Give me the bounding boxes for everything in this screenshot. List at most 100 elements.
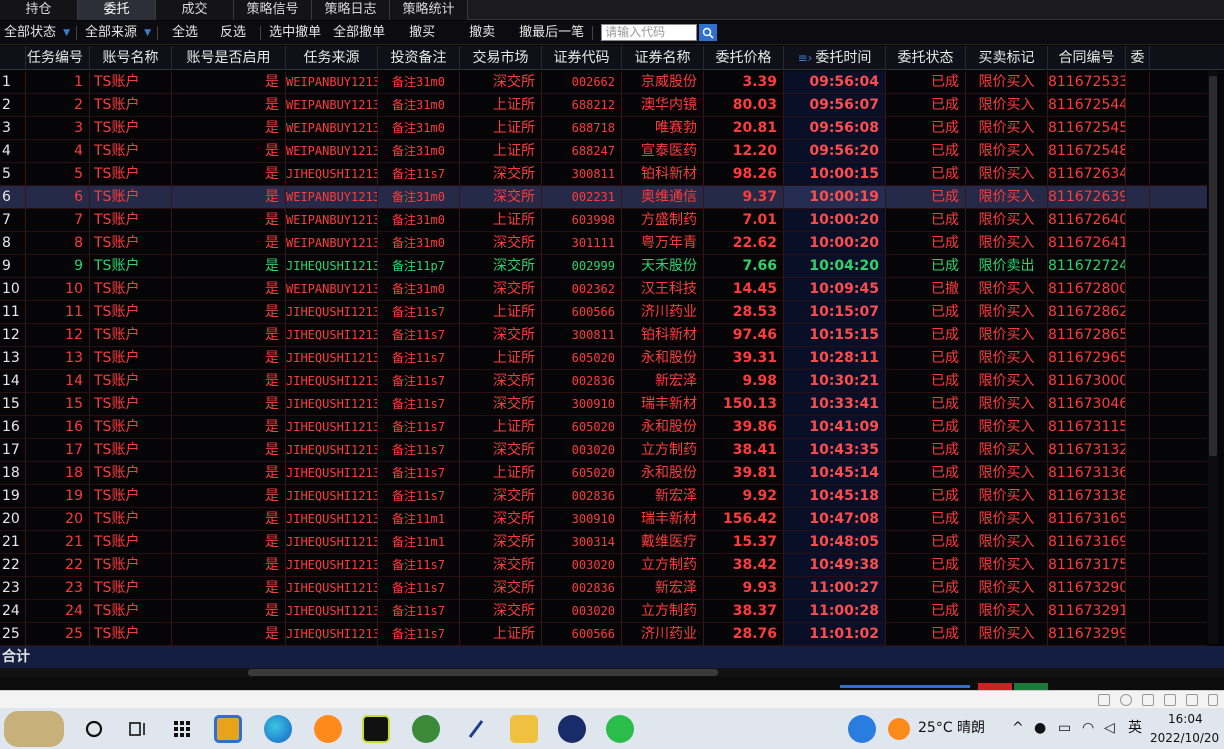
column-header-11[interactable]: 买卖标记 bbox=[966, 46, 1048, 70]
table-row[interactable]: 11TS账户是WEIPANBUY1213X3备注31m0深交所002662京威股… bbox=[0, 71, 1207, 94]
print-icon[interactable] bbox=[1186, 694, 1198, 706]
edge-icon[interactable] bbox=[264, 715, 292, 743]
tab-2[interactable]: 成交 bbox=[156, 0, 234, 20]
window-icon[interactable] bbox=[1098, 694, 1110, 706]
tab-1[interactable]: 委托 bbox=[78, 0, 156, 20]
avatar[interactable] bbox=[4, 711, 64, 747]
window-icon[interactable] bbox=[1164, 694, 1176, 706]
scrollbar-thumb[interactable] bbox=[248, 669, 718, 676]
task-id: 14 bbox=[26, 370, 90, 392]
volume-icon[interactable]: ◁ bbox=[1104, 708, 1115, 749]
search-circle-icon[interactable] bbox=[80, 715, 108, 743]
status-filter-dropdown[interactable]: 全部状态 ▼ bbox=[0, 21, 72, 45]
table-row[interactable]: 2323TS账户是JIHEQUSHI1213X3备注11s7深交所002836新… bbox=[0, 577, 1207, 600]
select-all-button[interactable]: 全选 bbox=[168, 21, 202, 45]
column-header-12[interactable]: 合同编号 bbox=[1048, 46, 1126, 70]
horizontal-scrollbar[interactable] bbox=[0, 668, 1224, 677]
save-icon[interactable] bbox=[1142, 694, 1154, 706]
exchange: 深交所 bbox=[460, 554, 542, 576]
table-row[interactable]: 55TS账户是JIHEQUSHI1213X3备注11s7深交所300811铂科新… bbox=[0, 163, 1207, 186]
vertical-scrollbar[interactable] bbox=[1208, 70, 1218, 644]
source-filter-dropdown[interactable]: 全部来源 ▼ bbox=[81, 21, 153, 45]
code-search-input[interactable]: 请输入代码 bbox=[601, 24, 698, 41]
wechat-icon[interactable] bbox=[606, 715, 634, 743]
ime-indicator[interactable]: 英 bbox=[1128, 708, 1142, 749]
column-header-6[interactable]: 证券代码 bbox=[542, 46, 622, 70]
invest-note: 备注11s7 bbox=[378, 416, 460, 438]
app-icon[interactable] bbox=[314, 715, 342, 743]
column-header-13[interactable]: 委 bbox=[1126, 46, 1150, 70]
column-header-1[interactable]: 账号名称 bbox=[90, 46, 172, 70]
table-row[interactable]: 1919TS账户是JIHEQUSHI1213X3备注11s7深交所002836新… bbox=[0, 485, 1207, 508]
table-row[interactable]: 2525TS账户是JIHEQUSHI1213X3备注11s7上证所600566济… bbox=[0, 623, 1207, 646]
contract-id: 811672800 bbox=[1048, 278, 1126, 300]
app-icon[interactable] bbox=[412, 715, 440, 743]
table-row[interactable]: 44TS账户是WEIPANBUY1213X3备注31m0上证所688247宣泰医… bbox=[0, 140, 1207, 163]
table-row[interactable]: 88TS账户是WEIPANBUY1213X3备注31m0深交所301111粤万年… bbox=[0, 232, 1207, 255]
extra-col bbox=[1126, 485, 1150, 507]
wifi-icon[interactable]: ◠ bbox=[1082, 708, 1094, 749]
scrollbar-thumb[interactable] bbox=[1209, 76, 1217, 456]
account-name: TS账户 bbox=[90, 393, 172, 415]
cancel-buy-button[interactable]: 撤买 bbox=[405, 21, 439, 45]
app-icon[interactable] bbox=[558, 715, 586, 743]
sort-icon[interactable]: ≡› bbox=[798, 51, 813, 65]
table-row[interactable]: 1515TS账户是JIHEQUSHI1213X3备注11s7深交所300910瑞… bbox=[0, 393, 1207, 416]
tab-5[interactable]: 策略统计 bbox=[390, 0, 468, 20]
table-row[interactable]: 2222TS账户是JIHEQUSHI1213X3备注11s7深交所003020立… bbox=[0, 554, 1207, 577]
apps-grid-icon[interactable] bbox=[168, 715, 196, 743]
table-row[interactable]: 2424TS账户是JIHEQUSHI1213X3备注11s7深交所003020立… bbox=[0, 600, 1207, 623]
column-header-0[interactable]: 任务编号 bbox=[26, 46, 90, 70]
contract-id: 811672533 bbox=[1048, 71, 1126, 93]
clock-date[interactable]: 2022/10/20 bbox=[1150, 730, 1219, 749]
app-icon[interactable] bbox=[214, 715, 242, 743]
tab-0[interactable]: 持仓 bbox=[0, 0, 78, 20]
table-row[interactable]: 1414TS账户是JIHEQUSHI1213X3备注11s7深交所002836新… bbox=[0, 370, 1207, 393]
chevron-up-icon[interactable]: ^ bbox=[1012, 708, 1024, 749]
invest-note: 备注11m1 bbox=[378, 531, 460, 553]
cancel-all-button[interactable]: 全部撤单 bbox=[329, 21, 389, 45]
task-view-icon[interactable] bbox=[124, 715, 152, 743]
tab-4[interactable]: 策略日志 bbox=[312, 0, 390, 20]
extra-col bbox=[1126, 508, 1150, 530]
table-row[interactable]: 2020TS账户是JIHEQUSHI1213X3备注11m1深交所300910瑞… bbox=[0, 508, 1207, 531]
column-header-3[interactable]: 任务来源 bbox=[286, 46, 378, 70]
qq-icon[interactable]: ● bbox=[1034, 708, 1046, 749]
pycharm-icon[interactable] bbox=[362, 715, 390, 743]
message-icon[interactable]: ▭ bbox=[1058, 708, 1071, 749]
table-row[interactable]: 1818TS账户是JIHEQUSHI1213X3备注11s7上证所605020永… bbox=[0, 462, 1207, 485]
help-icon[interactable] bbox=[848, 715, 876, 743]
column-header-9[interactable]: ≡› 委托时间 bbox=[784, 46, 886, 70]
cancel-sell-button[interactable]: 撤卖 bbox=[465, 21, 499, 45]
table-row[interactable]: 22TS账户是WEIPANBUY1213X3备注31m0上证所688212澳华内… bbox=[0, 94, 1207, 117]
table-row[interactable]: 1111TS账户是JIHEQUSHI1213X3备注11s7上证所600566济… bbox=[0, 301, 1207, 324]
pen-icon[interactable] bbox=[462, 715, 490, 743]
invert-select-button[interactable]: 反选 bbox=[216, 21, 250, 45]
cancel-selected-button[interactable]: 选中撤单 bbox=[265, 21, 325, 45]
column-header-5[interactable]: 交易市场 bbox=[460, 46, 542, 70]
table-row[interactable]: 33TS账户是WEIPANBUY1213X3备注31m0上证所688718唯赛勃… bbox=[0, 117, 1207, 140]
table-row[interactable]: 1717TS账户是JIHEQUSHI1213X3备注11s7深交所003020立… bbox=[0, 439, 1207, 462]
zoom-slider[interactable] bbox=[840, 685, 970, 688]
window-icon[interactable] bbox=[1120, 694, 1132, 706]
tab-3[interactable]: 策略信号 bbox=[234, 0, 312, 20]
column-header-8[interactable]: 委托价格 bbox=[704, 46, 784, 70]
column-header-10[interactable]: 委托状态 bbox=[886, 46, 966, 70]
window-icon[interactable] bbox=[1208, 694, 1218, 706]
table-row[interactable]: 1313TS账户是JIHEQUSHI1213X3备注11s7上证所605020永… bbox=[0, 347, 1207, 370]
table-row[interactable]: 1010TS账户是WEIPANBUY1213X3备注31m0深交所002362汉… bbox=[0, 278, 1207, 301]
table-row[interactable]: 99TS账户是JIHEQUSHI1213X3备注11p7深交所002999天禾股… bbox=[0, 255, 1207, 278]
table-row[interactable]: 2121TS账户是JIHEQUSHI1213X3备注11m1深交所300314戴… bbox=[0, 531, 1207, 554]
search-button[interactable] bbox=[699, 24, 718, 41]
column-header-7[interactable]: 证券名称 bbox=[622, 46, 704, 70]
account-name: TS账户 bbox=[90, 117, 172, 139]
table-row[interactable]: 1212TS账户是JIHEQUSHI1213X3备注11s7深交所300811铂… bbox=[0, 324, 1207, 347]
column-header-4[interactable]: 投资备注 bbox=[378, 46, 460, 70]
table-row[interactable]: 77TS账户是WEIPANBUY1213X3备注31m0上证所603998方盛制… bbox=[0, 209, 1207, 232]
weather-text[interactable]: 25°C 晴朗 bbox=[918, 708, 985, 749]
folder-icon[interactable] bbox=[510, 715, 538, 743]
column-header-2[interactable]: 账号是否启用 bbox=[172, 46, 286, 70]
cancel-last-button[interactable]: 撤最后一笔 bbox=[515, 21, 588, 45]
table-row[interactable]: 1616TS账户是JIHEQUSHI1213X3备注11s7上证所605020永… bbox=[0, 416, 1207, 439]
table-row[interactable]: 66TS账户是WEIPANBUY1213X3备注31m0深交所002231奥维通… bbox=[0, 186, 1207, 209]
